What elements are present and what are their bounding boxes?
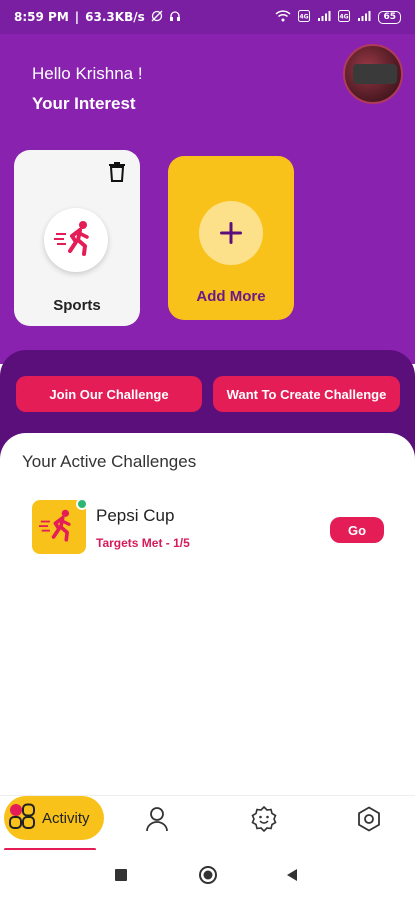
volte-icon-2: 4G <box>338 9 351 25</box>
running-person-icon <box>44 208 108 272</box>
trash-icon[interactable] <box>108 162 126 186</box>
go-button[interactable]: Go <box>330 517 384 543</box>
challenge-list-item[interactable]: Pepsi Cup Targets Met - 1/5 Go <box>32 498 392 560</box>
plus-icon <box>199 201 263 265</box>
home-button[interactable] <box>198 865 218 889</box>
badge-icon[interactable] <box>251 806 277 832</box>
add-interest-label: Add More <box>196 288 266 305</box>
interest-label: Sports <box>53 297 101 314</box>
greeting: Hello Krishna ! <box>32 64 143 83</box>
back-button[interactable] <box>285 867 299 886</box>
join-challenge-button[interactable]: Join Our Challenge <box>16 376 202 412</box>
svg-text:4G: 4G <box>340 13 349 20</box>
running-person-icon <box>39 509 71 542</box>
avatar[interactable] <box>343 44 403 104</box>
challenge-thumbnail <box>32 498 88 554</box>
profile-icon[interactable] <box>144 806 170 832</box>
header: Hello Krishna ! Your Interest Sports Add… <box>0 34 415 364</box>
volte-icon: 4G <box>298 9 311 25</box>
signal-icon-2 <box>357 10 371 25</box>
svg-text:4G: 4G <box>300 13 309 20</box>
status-bar: 8:59 PM | 63.3KB/s 4G 4G 65 <box>0 0 415 34</box>
network-speed: 63.3KB/s <box>85 10 145 24</box>
alarm-off-icon <box>151 10 163 25</box>
create-challenge-button[interactable]: Want To Create Challenge <box>213 376 400 412</box>
signal-icon <box>317 10 331 25</box>
nav-item-activity[interactable]: Activity <box>4 796 104 840</box>
interest-card-sports[interactable]: Sports <box>14 150 140 326</box>
wifi-icon <box>275 9 291 25</box>
section-title: Your Active Challenges <box>22 452 197 471</box>
bottom-nav: Activity <box>0 795 415 851</box>
page-title: Your Interest <box>32 94 136 113</box>
add-interest-button[interactable]: Add More <box>168 156 294 320</box>
active-challenges-section: Your Active Challenges Pepsi Cup Targets… <box>0 433 415 795</box>
challenge-name: Pepsi Cup <box>96 506 175 525</box>
activity-icon <box>8 802 36 834</box>
nav-label-activity: Activity <box>42 809 90 827</box>
recent-apps-button[interactable] <box>114 867 128 886</box>
settings-icon[interactable] <box>356 806 382 832</box>
status-time: 8:59 PM <box>14 10 69 24</box>
active-status-dot <box>76 498 88 510</box>
headphones-icon <box>169 10 181 25</box>
system-nav-bar <box>0 850 415 900</box>
challenge-progress: Targets Met - 1/5 <box>96 536 190 550</box>
battery-icon: 65 <box>378 10 401 24</box>
